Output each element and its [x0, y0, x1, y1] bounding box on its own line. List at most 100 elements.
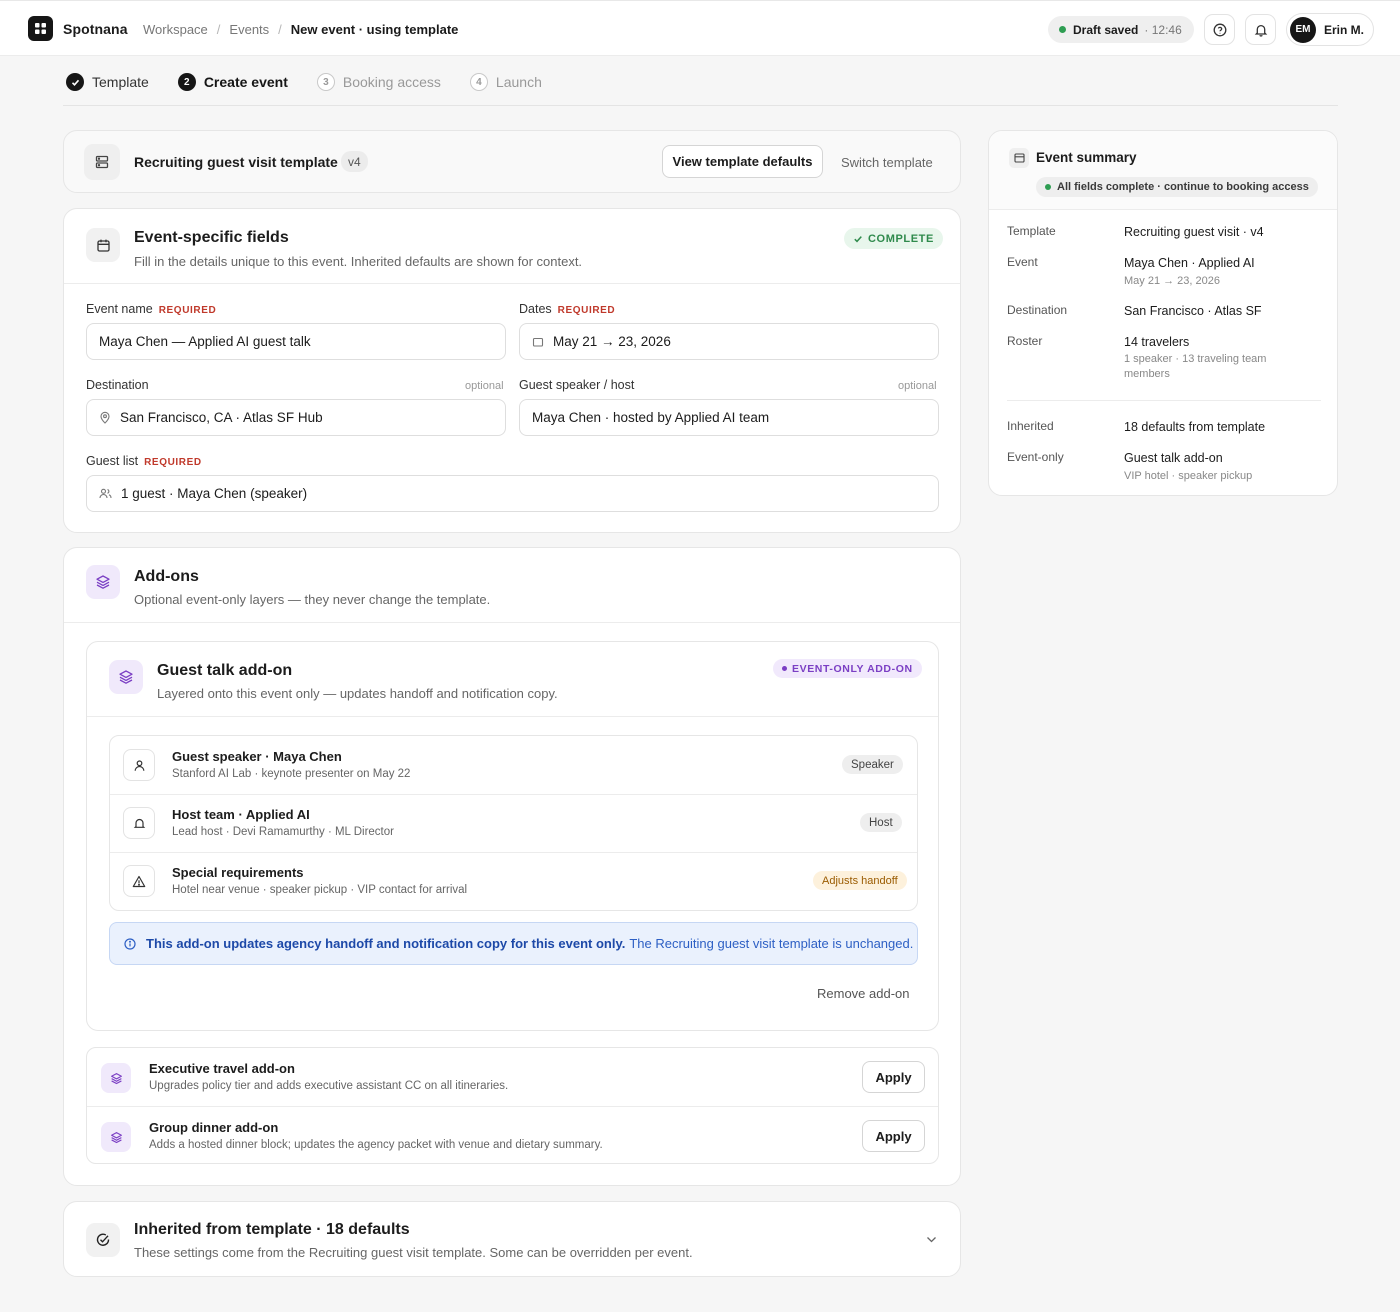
- inherited-defaults-card[interactable]: Inherited from template · 18 defaults Th…: [63, 1201, 961, 1277]
- event-summary-panel: Event summary All fields complete · cont…: [988, 130, 1338, 496]
- destination-input[interactable]: San Francisco, CA · Atlas SF Hub: [86, 399, 506, 436]
- template-version-badge: v4: [341, 151, 368, 172]
- list-item: Group dinner add-on Adds a hosted dinner…: [87, 1106, 938, 1164]
- step-label: Booking access: [342, 74, 441, 90]
- dates-label: Dates REQUIRED: [519, 302, 615, 316]
- summary-value: Recruiting guest visit · v4: [1124, 225, 1264, 239]
- step-label: Create event: [203, 74, 288, 90]
- layers-icon: [109, 660, 143, 694]
- summary-value: 18 defaults from template: [1124, 420, 1266, 434]
- list-item-subtitle: Lead host · Devi Ramamurthy · ML Directo…: [172, 826, 394, 838]
- switch-template-button[interactable]: Switch template: [841, 155, 933, 170]
- info-text: The Recruiting guest visit template is u…: [629, 936, 914, 951]
- app-logo-icon[interactable]: [28, 16, 53, 41]
- help-button[interactable]: [1204, 14, 1235, 45]
- template-bar: Recruiting guest visit template v4 View …: [63, 130, 961, 193]
- adjusts-handoff-chip: Adjusts handoff: [813, 871, 907, 890]
- list-item: Guest speaker · Maya Chen Stanford AI La…: [110, 736, 917, 794]
- addon-title: Guest talk add-on: [157, 662, 293, 679]
- section-subtitle: Optional event-only layers — they never …: [134, 592, 491, 607]
- addon-subtitle: Layered onto this event only — updates h…: [157, 686, 558, 701]
- status-badge: COMPLETE: [844, 228, 943, 249]
- addons-card: Add-ons Optional event-only layers — the…: [63, 547, 961, 1186]
- avatar: EM: [1290, 16, 1316, 43]
- location-pin-icon: [99, 411, 111, 424]
- draft-time: · 12:46: [1144, 22, 1182, 37]
- required-tag: REQUIRED: [557, 305, 616, 316]
- chevron-down-icon[interactable]: [926, 1236, 937, 1243]
- event-fields-card: Event-specific fields Fill in the detail…: [63, 208, 961, 533]
- required-tag: REQUIRED: [158, 305, 217, 316]
- input-value: Maya Chen — Applied AI guest talk: [99, 334, 311, 349]
- list-item-title: Host team · Applied AI: [172, 807, 310, 822]
- section-subtitle: Fill in the details unique to this event…: [134, 254, 583, 269]
- list-item: Special requirements Hotel near venue · …: [110, 852, 917, 910]
- summary-icon: [1009, 148, 1029, 168]
- summary-status-badge: All fields complete · continue to bookin…: [1036, 177, 1318, 197]
- summary-value: 14 travelers: [1124, 335, 1190, 349]
- info-bold-text: This add-on updates agency handoff and n…: [146, 936, 626, 951]
- remove-addon-button[interactable]: Remove add-on: [817, 986, 910, 1001]
- breadcrumb-separator: /: [216, 22, 221, 37]
- input-value: 1 guest · Maya Chen (speaker): [121, 486, 308, 501]
- step-number: 2: [177, 73, 196, 91]
- breadcrumb-events[interactable]: Events: [229, 22, 269, 37]
- step-number: 3: [316, 73, 335, 91]
- guest-list-input[interactable]: 1 guest · Maya Chen (speaker): [86, 475, 939, 512]
- user-menu[interactable]: EM Erin M.: [1286, 13, 1374, 46]
- section-subtitle: These settings come from the Recruiting …: [134, 1245, 693, 1260]
- summary-title: Event summary: [1036, 150, 1137, 165]
- addon-title: Executive travel add-on: [149, 1061, 295, 1076]
- brand-name: Spotnana: [63, 21, 128, 37]
- summary-key: Roster: [1007, 334, 1043, 348]
- guest-speaker-input[interactable]: Maya Chen · hosted by Applied AI team: [519, 399, 939, 436]
- summary-value: Maya Chen · Applied AI: [1124, 256, 1255, 270]
- badge-dot: [782, 666, 787, 671]
- top-bar: Spotnana Workspace / Events / New event …: [0, 0, 1400, 56]
- summary-status-text: All fields complete · continue to bookin…: [1057, 181, 1309, 193]
- draft-status-badge: Draft saved · 12:46: [1048, 16, 1194, 43]
- summary-subvalue: May 21 → 23, 2026: [1124, 275, 1221, 287]
- dates-input[interactable]: May 21 → 23, 2026: [519, 323, 939, 360]
- user-icon: [123, 749, 155, 781]
- step-launch[interactable]: 4 Launch: [469, 73, 542, 91]
- bell-icon: [1254, 24, 1267, 37]
- summary-value: Guest talk add-on: [1124, 451, 1223, 465]
- input-value: San Francisco, CA · Atlas SF Hub: [120, 410, 323, 425]
- notifications-button[interactable]: [1245, 14, 1276, 45]
- layers-icon: [101, 1063, 131, 1093]
- event-name-input[interactable]: Maya Chen — Applied AI guest talk: [86, 323, 506, 360]
- role-chip: Host: [860, 813, 902, 832]
- step-booking-access[interactable]: 3 Booking access: [316, 73, 441, 91]
- draft-status-label: Draft saved: [1073, 22, 1139, 37]
- list-item: Executive travel add-on Upgrades policy …: [87, 1048, 938, 1106]
- divider: [110, 794, 917, 795]
- list-item-title: Guest speaker · Maya Chen: [172, 749, 342, 764]
- step-template[interactable]: Template: [66, 73, 149, 91]
- server-icon: [84, 144, 120, 180]
- step-create-event[interactable]: 2 Create event: [177, 73, 288, 91]
- breadcrumb-workspace[interactable]: Workspace: [143, 22, 208, 37]
- section-title: Inherited from template · 18 defaults: [134, 1221, 410, 1238]
- apply-group-dinner-button[interactable]: Apply: [862, 1120, 925, 1152]
- template-name: Recruiting guest visit template: [134, 154, 338, 170]
- field-label-text: Dates: [519, 302, 552, 316]
- addon-description: Adds a hosted dinner block; updates the …: [149, 1139, 603, 1151]
- list-item-title: Special requirements: [172, 865, 304, 880]
- breadcrumb-separator: /: [278, 22, 282, 37]
- check-icon: [854, 235, 862, 242]
- role-chip: Speaker: [842, 755, 903, 774]
- required-tag: REQUIRED: [144, 457, 202, 468]
- info-icon: [124, 937, 136, 950]
- summary-value: San Francisco · Atlas SF: [1124, 304, 1262, 318]
- divider: [1007, 400, 1321, 401]
- guest-talk-addon: Guest talk add-on Layered onto this even…: [86, 641, 939, 1031]
- status-badge-label: COMPLETE: [868, 232, 934, 245]
- summary-subvalue: 1 speaker · 13 traveling team members: [1124, 353, 1267, 380]
- summary-key: Template: [1007, 224, 1056, 238]
- step-number: 4: [469, 73, 488, 91]
- guest-list-label: Guest list REQUIRED: [86, 454, 202, 468]
- apply-executive-travel-button[interactable]: Apply: [862, 1061, 925, 1093]
- draft-time-value: 12:46: [1151, 22, 1182, 37]
- view-template-defaults-button[interactable]: View template defaults: [662, 145, 823, 178]
